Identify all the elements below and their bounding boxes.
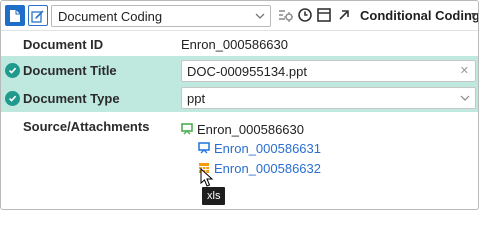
- panel-layout-button[interactable]: [316, 7, 332, 23]
- document-type-row: Document Type ppt: [1, 85, 478, 112]
- document-icon: [10, 9, 20, 22]
- document-title-field[interactable]: DOC-000955134.ppt ✕: [181, 60, 476, 82]
- clear-icon[interactable]: ✕: [460, 64, 469, 77]
- document-type-select[interactable]: ppt: [181, 87, 476, 109]
- presentation-icon: [181, 123, 193, 135]
- document-title-value: DOC-000955134.ppt: [187, 64, 307, 79]
- coding-panel: Document Coding Conditional Coding Docum…: [0, 0, 479, 210]
- document-type-value: ppt: [187, 91, 206, 106]
- attachment-link[interactable]: Enron_000586632: [214, 161, 321, 176]
- fields-settings-icon: [279, 10, 293, 22]
- clock-icon: [298, 8, 312, 22]
- document-id-label: Document ID: [23, 37, 104, 52]
- file-type-tooltip: xls: [202, 187, 226, 205]
- source-attachments-label: Source/Attachments: [23, 119, 150, 134]
- panel-icon: [317, 8, 331, 22]
- chevron-down-icon: [255, 13, 265, 19]
- presentation-icon: [198, 142, 210, 154]
- attachment-link[interactable]: Enron_000586631: [214, 141, 321, 156]
- chevron-down-icon: [460, 95, 470, 101]
- history-button[interactable]: [297, 7, 313, 23]
- caret-down-icon: [471, 13, 477, 17]
- pop-out-button[interactable]: [336, 7, 352, 23]
- document-title-row: Document Title DOC-000955134.ppt ✕: [1, 56, 478, 85]
- document-title-label: Document Title: [23, 63, 117, 78]
- conditional-coding-button[interactable]: Conditional Coding: [360, 8, 478, 23]
- check-circle-icon: [5, 63, 20, 78]
- tree-root-label: Enron_000586630: [197, 122, 304, 137]
- document-id-value: Enron_000586630: [181, 37, 288, 52]
- document-view-button[interactable]: [5, 5, 25, 26]
- edit-document-button[interactable]: [28, 5, 48, 26]
- document-id-row: Document ID Enron_000586630: [1, 32, 478, 56]
- arrow-up-right-icon: [339, 10, 349, 20]
- mouse-pointer-icon: [200, 168, 214, 187]
- toolbar: Document Coding Conditional Coding: [1, 1, 478, 31]
- check-circle-icon: [5, 91, 20, 106]
- edit-document-icon: [31, 9, 44, 23]
- layout-select[interactable]: Document Coding: [51, 5, 271, 27]
- layout-select-value: Document Coding: [58, 9, 163, 24]
- field-settings-button[interactable]: [277, 7, 293, 23]
- document-type-label: Document Type: [23, 91, 120, 106]
